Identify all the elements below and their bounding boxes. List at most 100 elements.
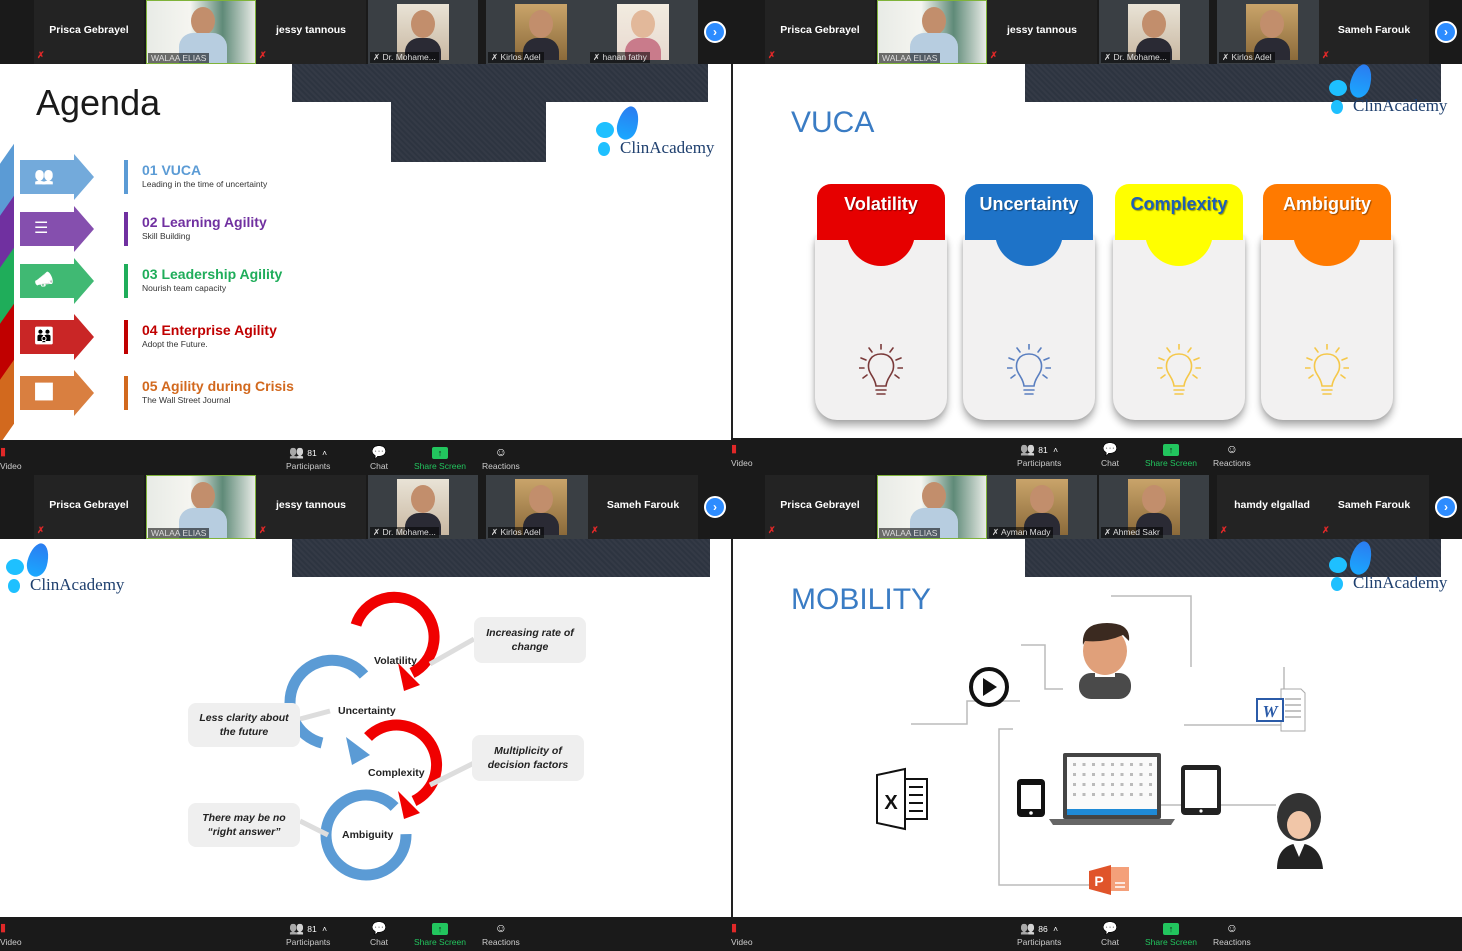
participants-menu-chevron-icon[interactable]: ˄ <box>1051 924 1058 934</box>
participant-tile[interactable]: ✗ Dr. Mohame... <box>368 0 478 64</box>
participant-tile[interactable]: jessy tannous ✗ <box>256 475 366 539</box>
participant-tile[interactable]: WALAA ELIAS <box>146 475 256 539</box>
female-user-icon <box>1277 793 1323 869</box>
chat-button[interactable]: 💬 Chat <box>370 921 388 947</box>
participant-tile[interactable]: WALAA ELIAS <box>146 0 256 64</box>
reactions-label: Reactions <box>482 461 520 471</box>
participant-tile[interactable]: WALAA ELIAS <box>877 475 987 539</box>
app-icon <box>1073 783 1076 786</box>
participants-button[interactable]: 👥 81 ˄ Participants <box>286 921 330 947</box>
clinacademy-logo: ClinAcademy <box>1325 64 1462 122</box>
participants-button[interactable]: 👥 86 ˄ Participants <box>1017 921 1061 947</box>
video-off-icon: ▮ <box>731 922 738 934</box>
app-icon <box>1120 773 1124 776</box>
chat-button[interactable]: 💬 Chat <box>1101 921 1119 947</box>
participant-tile[interactable]: ✗ Kirlos Adel <box>486 0 596 64</box>
chat-button[interactable]: 💬 Chat <box>1101 442 1119 468</box>
participants-menu-chevron-icon[interactable]: ˄ <box>1051 445 1058 455</box>
participant-tile[interactable]: Prisca Gebrayel ✗ <box>765 475 875 539</box>
cycle-label: Uncertainty <box>338 705 396 717</box>
arrow-head <box>74 314 94 360</box>
reactions-button[interactable]: ☺ Reactions <box>1213 442 1251 468</box>
participants-label: Participants <box>1017 937 1062 947</box>
participant-tile[interactable]: Sameh Farouk ✗ <box>1319 0 1429 64</box>
participants-menu-chevron-icon[interactable]: ˄ <box>320 448 327 458</box>
participant-tile[interactable]: ✗ Dr. Mohame... <box>368 475 478 539</box>
start-video-button[interactable]: ▮ Video <box>0 921 22 947</box>
lightbulb-icon <box>1156 343 1202 400</box>
next-participants-button[interactable]: › <box>1435 496 1457 518</box>
participant-strip: Prisca Gebrayel ✗ WALAA ELIAS ✗ Ayman Mady ✗… <box>731 475 1462 539</box>
arrow-head <box>74 258 94 304</box>
participant-tile[interactable]: ✗ Kirlos Adel <box>486 475 596 539</box>
reactions-button[interactable]: ☺ Reactions <box>482 445 520 471</box>
video-off-icon: ▮ <box>731 443 738 455</box>
meeting-toolbar: ▮ Video 👥 81 ˄ Participants 💬 Chat ↑ Share Scree… <box>0 441 731 475</box>
meeting-window-vuca-cycle: Prisca Gebrayel ✗ WALAA ELIAS jessy tannous… <box>0 475 731 951</box>
participant-tile[interactable]: ✗ hanan fathy <box>588 0 698 64</box>
participants-button[interactable]: 👥 81 ˄ Participants <box>1017 442 1061 468</box>
app-icon <box>1120 763 1124 766</box>
share-screen-button[interactable]: ↑ Share Screen <box>414 921 466 947</box>
next-participants-button[interactable]: › <box>704 21 726 43</box>
next-participants-button[interactable]: › <box>1435 21 1457 43</box>
participants-button[interactable]: 👥 81 ˄ Participants <box>286 445 330 471</box>
participant-tile[interactable]: ✗ Dr. Mohame... <box>1099 0 1209 64</box>
chat-icon: 💬 <box>1102 921 1118 935</box>
participants-menu-chevron-icon[interactable]: ˄ <box>320 924 327 934</box>
video-label: Video <box>731 937 753 947</box>
muted-mic-icon: ✗ <box>37 525 45 535</box>
participants-count: 86 <box>1038 924 1048 934</box>
app-icon <box>1111 793 1114 796</box>
meeting-window-agenda: Prisca Gebrayel ✗ WALAA ELIAS jessy tannous… <box>0 0 731 475</box>
muted-mic-icon: ✗ <box>768 525 776 535</box>
muted-mic-icon: ✗ <box>259 525 267 535</box>
start-video-button[interactable]: ▮ Video <box>731 442 753 468</box>
participant-tile[interactable]: ✗ Kirlos Adel <box>1217 0 1327 64</box>
participant-tile[interactable]: Sameh Farouk ✗ <box>588 475 698 539</box>
participant-strip: Prisca Gebrayel ✗ WALAA ELIAS jessy tannous… <box>0 475 731 539</box>
muted-mic-icon: ✗ <box>990 50 998 60</box>
participant-tile[interactable]: WALAA ELIAS <box>877 0 987 64</box>
play-icon <box>969 667 1009 707</box>
participant-tile[interactable]: jessy tannous ✗ <box>987 0 1097 64</box>
participants-icon: 👥 81 ˄ <box>289 921 328 935</box>
participant-tile[interactable]: Sameh Farouk ✗ <box>1319 475 1429 539</box>
slide-title: VUCA <box>791 106 875 139</box>
agenda-arrow: ☰ <box>20 206 94 252</box>
chart-icon: 📈 <box>34 384 54 401</box>
participant-name: WALAA ELIAS <box>148 53 210 63</box>
start-video-button[interactable]: ▮ Video <box>0 445 22 471</box>
reactions-button[interactable]: ☺ Reactions <box>482 921 520 947</box>
app-icon <box>1139 763 1143 766</box>
cycle-label: Volatility <box>374 655 417 667</box>
agenda-arrow: 👥 <box>20 154 94 200</box>
share-screen-button[interactable]: ↑ Share Screen <box>1145 921 1197 947</box>
participant-tile[interactable]: jessy tannous ✗ <box>256 0 366 64</box>
next-participants-button[interactable]: › <box>704 496 726 518</box>
participant-name: Sameh Farouk <box>1337 499 1411 511</box>
share-screen-button[interactable]: ↑ Share Screen <box>414 445 466 471</box>
participant-tile[interactable]: Prisca Gebrayel ✗ <box>34 475 144 539</box>
meeting-toolbar: ▮ Video 👥 81 ˄ Participants 💬 Chat ↑ Share Scree… <box>731 438 1462 475</box>
chat-label: Chat <box>370 461 388 471</box>
share-screen-label: Share Screen <box>1145 458 1197 468</box>
chat-label: Chat <box>1101 458 1119 468</box>
start-video-button[interactable]: ▮ Video <box>731 921 753 947</box>
app-icon <box>1092 773 1095 776</box>
participant-tile[interactable]: Prisca Gebrayel ✗ <box>765 0 875 64</box>
participant-tile[interactable]: ✗ Ayman Mady <box>987 475 1097 539</box>
chat-button[interactable]: 💬 Chat <box>370 445 388 471</box>
arrow-head <box>74 370 94 416</box>
participant-tile[interactable]: ✗ Ahmed Sakr <box>1099 475 1209 539</box>
reactions-button[interactable]: ☺ Reactions <box>1213 921 1251 947</box>
participant-tile[interactable]: Prisca Gebrayel ✗ <box>34 0 144 64</box>
participant-name: jessy tannous <box>275 499 347 511</box>
app-icon <box>1130 783 1133 786</box>
share-screen-button[interactable]: ↑ Share Screen <box>1145 442 1197 468</box>
app-icon <box>1092 783 1095 786</box>
participant-tile[interactable]: hamdy elgallad ✗ <box>1217 475 1327 539</box>
participants-label: Participants <box>1017 458 1062 468</box>
reactions-icon: ☺ <box>494 445 508 459</box>
lightbulb-icon <box>858 343 904 400</box>
